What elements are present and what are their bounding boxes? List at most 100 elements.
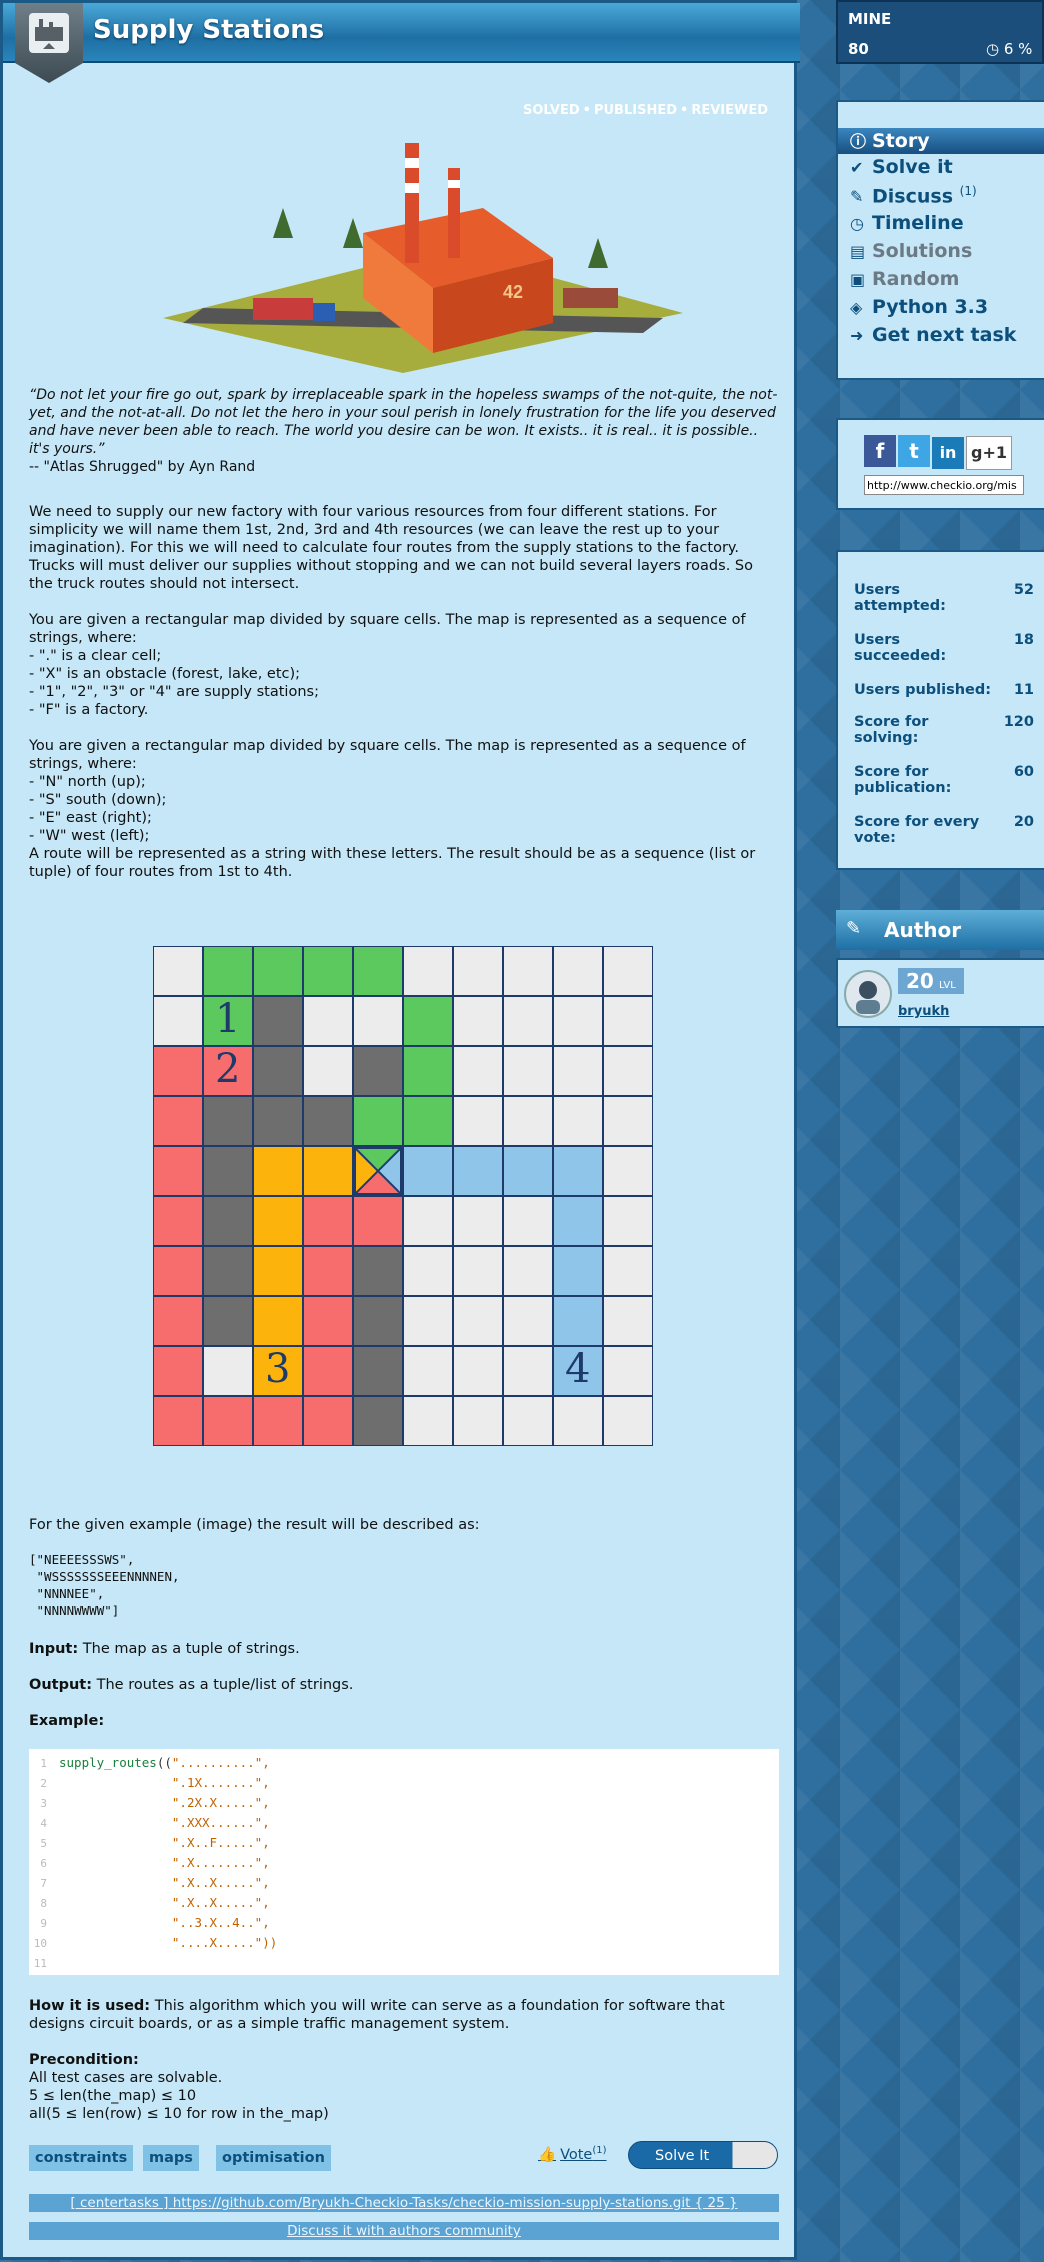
vote-label: Vote <box>560 2146 593 2163</box>
facebook-icon[interactable]: f <box>864 435 896 467</box>
stat-label: Users succeeded: <box>854 632 947 664</box>
output-description: Output: The routes as a tuple/list of st… <box>29 1677 353 1693</box>
map-cell <box>403 1096 453 1146</box>
code-string: ".1X.......", <box>171 1775 270 1790</box>
google-plus-icon[interactable]: g+1 <box>966 436 1012 470</box>
solve-it-button[interactable]: Solve It <box>628 2141 778 2169</box>
story-line: A route will be represented as a string … <box>29 846 756 862</box>
map-cell <box>253 1096 303 1146</box>
author-title: Author <box>884 918 962 942</box>
map-cell <box>353 1396 403 1446</box>
map-cell <box>503 1246 553 1296</box>
precondition-line: All test cases are solvable. <box>29 2070 223 2086</box>
map-cell <box>453 946 503 996</box>
stat-value: 60 <box>1013 764 1034 780</box>
map-cell <box>453 1196 503 1246</box>
nav-random[interactable]: ▣ Random <box>850 268 959 294</box>
dice-icon: ▣ <box>850 270 866 289</box>
nav-label: Discuss <box>872 185 954 208</box>
map-cell <box>153 946 203 996</box>
mine-title: MINE <box>848 10 892 28</box>
map-cell <box>353 996 403 1046</box>
linkedin-icon[interactable]: in <box>932 437 964 469</box>
level-number: 20 <box>906 969 934 993</box>
comment-icon: ✎ <box>850 187 864 207</box>
map-cell <box>153 996 203 1046</box>
map-cell <box>353 1296 403 1346</box>
map-cell <box>153 1096 203 1146</box>
vote-link[interactable]: 👍 Vote(1) <box>538 2145 607 2163</box>
input-description: Input: The map as a tuple of strings. <box>29 1641 300 1657</box>
repo-link[interactable]: [ centertasks ] https://github.com/Bryuk… <box>29 2194 779 2212</box>
map-cell <box>503 1096 553 1146</box>
map-cell <box>153 1246 203 1296</box>
map-cell <box>453 1096 503 1146</box>
main-panel: Supply Stations SOLVED • PUBLISHED • REVIEWE… <box>0 0 800 2260</box>
nav-next-task[interactable]: ➜ Get next task <box>850 324 1016 350</box>
line-number: 4 <box>40 1817 47 1830</box>
twitter-icon[interactable]: t <box>898 435 930 467</box>
map-cell <box>403 1046 453 1096</box>
quote-attribution: -- "Atlas Shrugged" by Ayn Rand <box>29 459 256 475</box>
map-cell <box>603 1346 653 1396</box>
info-icon: ⓘ <box>850 132 867 151</box>
code-line: 5 ".X..F.....", <box>29 1835 269 1855</box>
svg-text:42: 42 <box>503 282 523 302</box>
story-line: - "F" is a factory. <box>29 702 149 718</box>
nav-label: Python 3.3 <box>872 296 989 318</box>
story-line: - "S" south (down); <box>29 792 167 808</box>
map-cell <box>253 1196 303 1246</box>
map-cell <box>353 1246 403 1296</box>
nav-solve-it[interactable]: ✔ Solve it <box>850 156 953 182</box>
stat-succeeded: Users succeeded: 18 <box>854 632 1034 664</box>
map-cell <box>553 946 603 996</box>
stat-score-solving: Score for solving: 120 <box>854 714 1034 746</box>
map-cell <box>303 946 353 996</box>
usage-label: How it is used: <box>29 1998 151 2014</box>
code-string: "..........", <box>171 1755 270 1770</box>
nav-solutions[interactable]: ▤ Solutions <box>850 240 972 266</box>
stat-label: Users attempted: <box>854 582 946 614</box>
map-cell <box>253 1046 303 1096</box>
nav-python[interactable]: ◈ Python 3.3 <box>850 296 988 322</box>
line-number: 5 <box>40 1837 47 1850</box>
map-cell <box>503 1296 553 1346</box>
nav-label: Solve it <box>872 156 953 178</box>
title-bar: Supply Stations <box>3 3 800 63</box>
code-line: 10 "....X.....")) <box>29 1935 278 1955</box>
map-cell <box>603 946 653 996</box>
nav-label: Timeline <box>872 212 964 234</box>
tag-maps[interactable]: maps <box>143 2145 199 2171</box>
line-number: 9 <box>40 1917 47 1930</box>
result-intro: For the given example (image) the result… <box>29 1517 480 1533</box>
code-line: 11 <box>29 1955 172 1975</box>
page-title: Supply Stations <box>93 15 325 45</box>
share-url-field[interactable] <box>864 475 1024 495</box>
map-cell <box>603 1246 653 1296</box>
story-line: strings, where: <box>29 756 137 772</box>
line-number: 7 <box>40 1877 47 1890</box>
tag-optimisation[interactable]: optimisation <box>216 2145 331 2171</box>
line-number: 10 <box>33 1937 47 1950</box>
map-cell <box>453 1246 503 1296</box>
output-text: The routes as a tuple/list of strings. <box>92 1677 354 1693</box>
map-cell <box>603 1096 653 1146</box>
nav-discuss[interactable]: ✎ Discuss (1) <box>850 184 977 210</box>
map-cell <box>603 1296 653 1346</box>
discuss-link[interactable]: Discuss it with authors community <box>29 2222 779 2240</box>
nav-label: Story <box>872 130 930 152</box>
story-line: You are given a rectangular map divided … <box>29 738 746 754</box>
map-cell <box>303 1346 353 1396</box>
map-cell <box>303 1296 353 1346</box>
nav-timeline[interactable]: ◷ Timeline <box>850 212 964 238</box>
author-name[interactable]: bryukh <box>898 1004 949 1019</box>
stat-value: 120 <box>1003 714 1034 730</box>
avatar[interactable] <box>844 970 892 1018</box>
function-name: supply_routes <box>59 1755 157 1770</box>
tag-constraints[interactable]: constraints <box>29 2145 134 2171</box>
map-cell <box>603 996 653 1046</box>
nav-story[interactable]: ⓘ Story <box>838 128 1044 154</box>
map-cell <box>353 1196 403 1246</box>
mine-score: 80 <box>848 40 869 58</box>
map-cell <box>403 946 453 996</box>
